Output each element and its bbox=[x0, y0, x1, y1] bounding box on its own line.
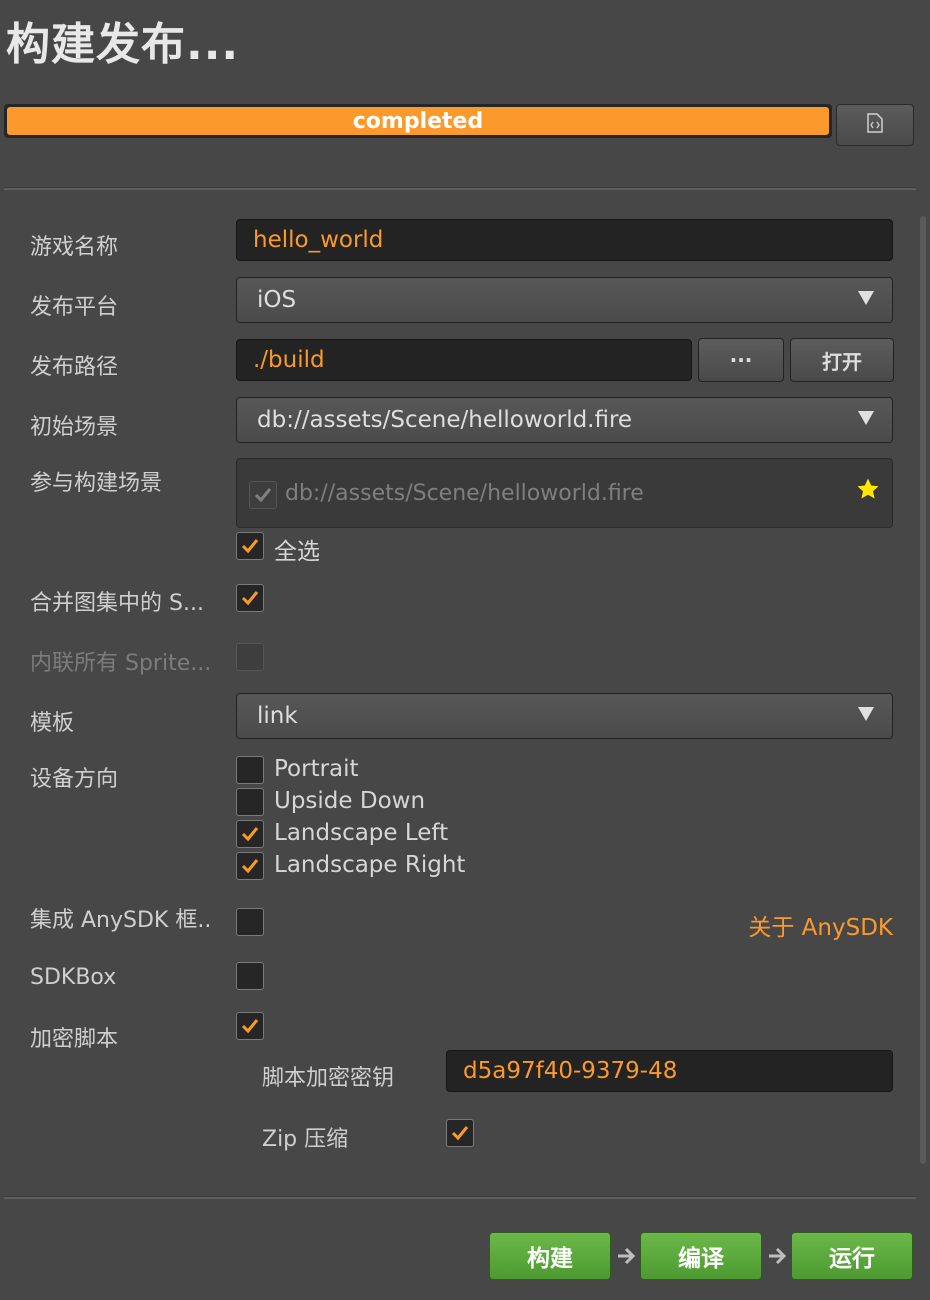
build-path-label: 发布路径 bbox=[30, 355, 119, 380]
arrow-right-icon bbox=[616, 1245, 638, 1271]
encrypt-checkbox[interactable] bbox=[236, 1012, 264, 1040]
landscape-right-checkbox[interactable] bbox=[236, 852, 264, 880]
compile-button[interactable]: 编译 bbox=[640, 1232, 762, 1280]
portrait-label: Portrait bbox=[274, 756, 359, 782]
start-scene-label: 初始场景 bbox=[30, 415, 119, 440]
encrypt-label: 加密脚本 bbox=[30, 1027, 119, 1052]
upside-down-checkbox[interactable] bbox=[236, 788, 264, 816]
build-button[interactable]: 构建 bbox=[489, 1232, 611, 1280]
code-file-icon bbox=[866, 113, 884, 137]
top-divider bbox=[4, 187, 916, 190]
open-path-button[interactable]: 打开 bbox=[790, 338, 894, 382]
landscape-left-label: Landscape Left bbox=[274, 820, 449, 846]
anysdk-label: 集成 AnySDK 框.. bbox=[30, 908, 212, 933]
platform-value: iOS bbox=[257, 287, 297, 313]
bottom-divider bbox=[4, 1196, 916, 1199]
progress-fill: completed bbox=[7, 107, 829, 135]
dropdown-arrow-icon bbox=[858, 411, 874, 425]
sdkbox-label: SDKBox bbox=[30, 965, 117, 990]
scrollbar[interactable] bbox=[920, 216, 926, 1164]
merge-atlas-checkbox[interactable] bbox=[236, 584, 264, 612]
star-icon bbox=[856, 477, 880, 505]
anysdk-checkbox[interactable] bbox=[236, 908, 264, 936]
template-label: 模板 bbox=[30, 711, 75, 736]
start-scene-value: db://assets/Scene/helloworld.fire bbox=[257, 407, 633, 433]
zip-label: Zip 压缩 bbox=[262, 1127, 349, 1152]
browse-path-button[interactable]: ··· bbox=[698, 338, 784, 382]
arrow-right-icon bbox=[767, 1245, 789, 1271]
landscape-right-label: Landscape Right bbox=[274, 852, 466, 878]
platform-label: 发布平台 bbox=[30, 295, 119, 320]
run-button[interactable]: 运行 bbox=[791, 1232, 913, 1280]
open-log-button[interactable] bbox=[836, 104, 914, 146]
merge-atlas-label: 合并图集中的 S... bbox=[30, 591, 204, 616]
window-title: 构建发布... bbox=[6, 19, 240, 70]
sdkbox-checkbox[interactable] bbox=[236, 962, 264, 990]
orientation-label: 设备方向 bbox=[30, 767, 119, 792]
dropdown-arrow-icon bbox=[858, 707, 874, 721]
portrait-checkbox[interactable] bbox=[236, 756, 264, 784]
about-anysdk-link[interactable]: 关于 AnySDK bbox=[748, 908, 893, 942]
select-all-label: 全选 bbox=[274, 539, 320, 565]
template-select[interactable]: link bbox=[236, 693, 893, 739]
platform-select[interactable]: iOS bbox=[236, 277, 893, 323]
encrypt-key-label: 脚本加密密钥 bbox=[262, 1066, 395, 1091]
build-path-input[interactable]: ./build bbox=[236, 339, 692, 381]
select-all-checkbox[interactable] bbox=[236, 532, 264, 560]
start-scene-select[interactable]: db://assets/Scene/helloworld.fire bbox=[236, 397, 893, 443]
inline-sprite-checkbox[interactable] bbox=[236, 643, 264, 671]
included-scenes-list: db://assets/Scene/helloworld.fire bbox=[236, 458, 893, 528]
included-scenes-label: 参与构建场景 bbox=[30, 471, 163, 496]
scene-item: db://assets/Scene/helloworld.fire bbox=[285, 481, 644, 506]
progress-label: completed bbox=[352, 108, 484, 134]
build-progress-bar: completed bbox=[4, 104, 832, 138]
scene-checkbox[interactable] bbox=[249, 481, 277, 509]
game-name-label: 游戏名称 bbox=[30, 235, 119, 260]
landscape-left-checkbox[interactable] bbox=[236, 820, 264, 848]
upside-down-label: Upside Down bbox=[274, 788, 426, 814]
dropdown-arrow-icon bbox=[858, 291, 874, 305]
template-value: link bbox=[257, 703, 298, 729]
zip-checkbox[interactable] bbox=[446, 1119, 474, 1147]
inline-sprite-label: 内联所有 Sprite... bbox=[30, 651, 212, 676]
game-name-input[interactable]: hello_world bbox=[236, 219, 893, 261]
encrypt-key-input[interactable]: d5a97f40-9379-48 bbox=[446, 1050, 893, 1092]
